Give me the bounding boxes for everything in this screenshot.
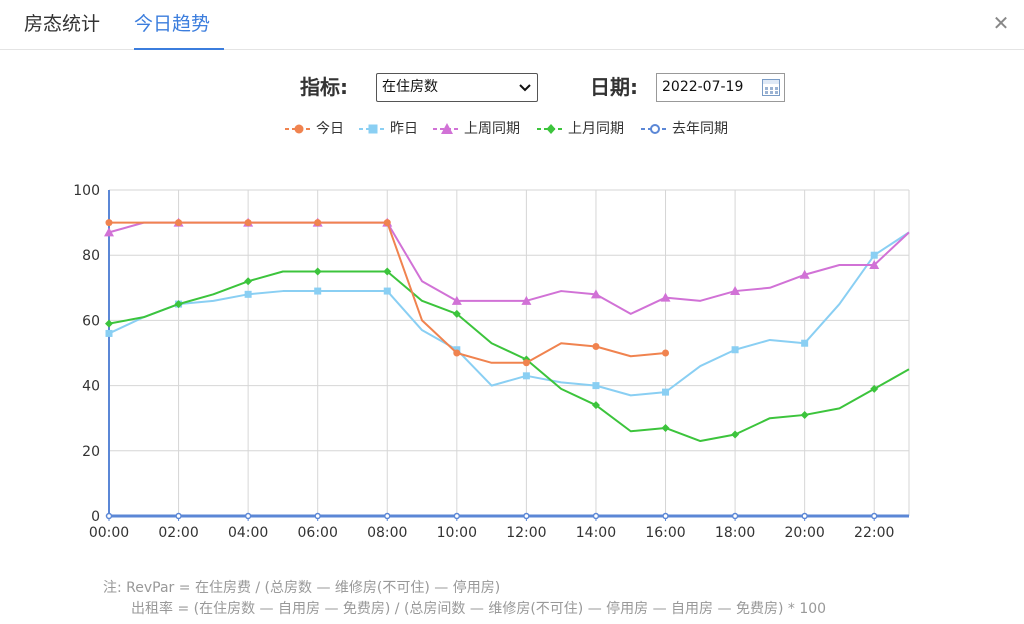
data-point-yesterday <box>522 372 530 380</box>
x-tick-label: 06:00 <box>298 525 338 541</box>
data-point-last-year <box>523 512 530 520</box>
data-point-last-year <box>592 512 600 520</box>
legend-label-yesterday: 昨日 <box>390 121 418 137</box>
legend-label-today: 今日 <box>316 121 344 137</box>
data-point-last-year <box>175 512 182 520</box>
data-point-last-year <box>105 512 113 520</box>
data-point-today <box>383 219 391 227</box>
data-point-yesterday <box>662 388 670 396</box>
date-label: 日期: <box>590 75 638 99</box>
data-point-last-month <box>800 410 809 419</box>
data-point-last-year <box>662 512 669 520</box>
x-tick-label: 02:00 <box>158 525 198 541</box>
data-point-last-year <box>314 512 321 520</box>
data-point-yesterday <box>383 287 391 295</box>
data-point-last-year <box>244 512 252 520</box>
data-point-last-month <box>244 277 253 286</box>
data-point-yesterday <box>105 329 113 337</box>
y-tick-label: 40 <box>82 379 100 395</box>
y-tick-label: 0 <box>91 509 100 525</box>
tab-room-status-stats[interactable]: 房态统计 <box>24 10 112 50</box>
tab-today-trend[interactable]: 今日趋势 <box>134 10 224 50</box>
note-occupancy-rate: 出租率 = (在住房数 — 自用房 — 免费房) / (总房间数 — 维修房(不… <box>131 601 827 617</box>
filter-bar: 指标: 在住房数 日期: 2022-07-19 <box>0 73 1024 103</box>
x-tick-label: 16:00 <box>645 525 685 541</box>
data-point-today <box>314 219 322 227</box>
data-point-last-month <box>661 423 670 432</box>
x-tick-label: 18:00 <box>715 525 755 541</box>
calendar-icon[interactable] <box>762 79 780 96</box>
x-tick-label: 04:00 <box>228 525 268 541</box>
data-point-today <box>592 342 600 350</box>
data-point-today <box>522 359 530 367</box>
data-point-today <box>662 349 670 357</box>
date-input[interactable]: 2022-07-19 <box>656 73 785 102</box>
x-tick-label: 08:00 <box>367 525 407 541</box>
tab-bar: 房态统计 今日趋势 ✕ <box>0 0 1024 50</box>
y-tick-label: 100 <box>73 183 100 199</box>
series-line-yesterday <box>108 231 910 397</box>
y-tick-label: 80 <box>82 248 100 264</box>
x-tick-label: 22:00 <box>854 525 894 541</box>
data-point-yesterday <box>731 346 739 354</box>
data-point-yesterday <box>801 339 809 347</box>
legend-label-last-week: 上周同期 <box>464 121 520 137</box>
data-point-today <box>175 219 183 227</box>
indicator-select-value: 在住房数 <box>382 79 438 95</box>
y-tick-label: 20 <box>82 444 100 460</box>
data-point-last-year <box>801 512 808 520</box>
data-point-today <box>453 349 461 357</box>
indicator-label: 指标: <box>300 75 348 99</box>
series-line-last-week <box>108 221 910 315</box>
data-point-last-year <box>731 512 739 520</box>
data-point-last-month <box>731 430 740 439</box>
chevron-down-icon <box>519 76 531 110</box>
x-tick-label: 14:00 <box>576 525 616 541</box>
legend-label-last-year: 去年同期 <box>672 121 728 137</box>
x-tick-label: 10:00 <box>437 525 477 541</box>
note-revpar: 注: RevPar = 在住房费 / (总房数 — 维修房(不可住) — 停用房… <box>103 580 501 596</box>
data-point-yesterday <box>870 251 878 259</box>
trend-line-chart: 0 20 40 60 80 100 00:00 02:00 04:00 06:00 08:00 10:… <box>73 183 910 541</box>
data-point-last-year <box>384 512 391 520</box>
data-point-last-year <box>453 512 461 520</box>
data-point-last-month <box>313 267 322 276</box>
data-point-today <box>105 219 113 227</box>
legend-label-last-month: 上月同期 <box>568 121 624 137</box>
indicator-select[interactable]: 在住房数 <box>376 73 538 102</box>
x-tick-label: 20:00 <box>784 525 824 541</box>
close-icon[interactable]: ✕ <box>990 12 1012 34</box>
data-point-yesterday <box>314 287 322 295</box>
date-input-value: 2022-07-19 <box>662 79 744 95</box>
x-tick-label: 12:00 <box>506 525 546 541</box>
data-point-last-year <box>870 512 878 520</box>
data-point-yesterday <box>244 290 252 298</box>
y-tick-label: 60 <box>82 313 100 329</box>
data-point-today <box>244 219 252 227</box>
notes: 注: RevPar = 在住房费 / (总房数 — 维修房(不可住) — 停用房… <box>103 578 826 620</box>
x-tick-label: 00:00 <box>89 525 129 541</box>
data-point-yesterday <box>592 382 600 390</box>
